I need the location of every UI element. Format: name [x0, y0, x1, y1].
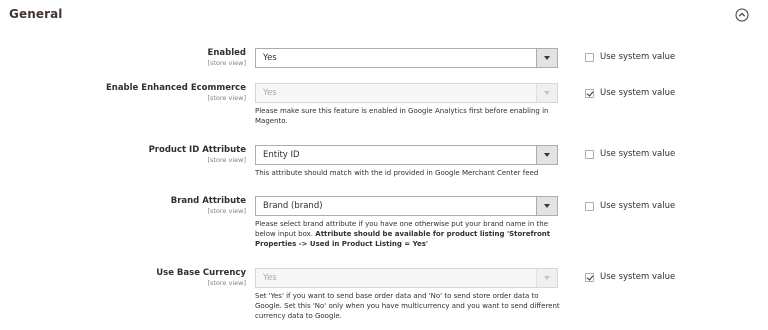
field-label: Enabled — [207, 48, 246, 58]
select-value: Brand (brand) — [263, 201, 323, 211]
checkmark-icon — [586, 89, 594, 97]
field-note: Please make sure this feature is enabled… — [255, 107, 549, 125]
scope-label: [store view] — [207, 156, 246, 164]
field-note: This attribute should match with the id … — [255, 169, 539, 177]
chevron-down-icon — [544, 56, 550, 60]
use-system-value-label: Use system value — [600, 149, 676, 159]
use-system-value-checkbox[interactable] — [585, 89, 594, 98]
use-system-value-label: Use system value — [600, 52, 676, 62]
field-label: Enable Enhanced Ecommerce — [105, 83, 246, 93]
field-label: Product ID Attribute — [148, 145, 246, 155]
chevron-down-icon — [544, 153, 550, 157]
section-title: General — [9, 7, 63, 21]
field-label: Use Base Currency — [156, 268, 246, 278]
select-arrow-button[interactable] — [536, 197, 557, 215]
use-system-value-label: Use system value — [600, 88, 676, 98]
use-system-value-label: Use system value — [600, 272, 676, 282]
select-value: Yes — [263, 88, 277, 98]
use-system-value-checkbox[interactable] — [585, 202, 594, 211]
chevron-down-icon — [544, 204, 550, 208]
scope-label: [store view] — [207, 94, 246, 102]
use-system-value-checkbox[interactable] — [585, 273, 594, 282]
use-base-currency-select[interactable]: Yes — [255, 268, 558, 288]
checkmark-icon — [586, 273, 594, 281]
enhanced-ecommerce-select[interactable]: Yes — [255, 83, 558, 103]
section-header[interactable]: General — [0, 0, 768, 30]
scope-label: [store view] — [207, 207, 246, 215]
product-id-attribute-select[interactable]: Entity ID — [255, 145, 558, 165]
field-label-group: Product ID Attribute [store view] — [149, 145, 246, 165]
field-label-group: Enable Enhanced Ecommerce [store view] — [106, 83, 246, 103]
select-value: Yes — [263, 53, 277, 63]
field-note: Set 'Yes' if you want to send base order… — [255, 292, 560, 320]
select-value: Entity ID — [263, 150, 300, 160]
chevron-down-icon — [544, 276, 550, 280]
select-arrow-button — [536, 269, 557, 287]
field-label-group: Use Base Currency [store view] — [156, 268, 246, 288]
select-arrow-button — [536, 84, 557, 102]
enabled-select[interactable]: Yes — [255, 48, 558, 68]
select-arrow-button[interactable] — [536, 49, 557, 67]
select-value: Yes — [263, 273, 277, 283]
chevron-up-icon[interactable] — [735, 8, 749, 22]
field-label-group: Enabled [store view] — [207, 48, 246, 68]
use-system-value-checkbox[interactable] — [585, 53, 594, 62]
field-note: Please select brand attribute if you hav… — [255, 219, 560, 249]
use-system-value-checkbox[interactable] — [585, 150, 594, 159]
scope-label: [store view] — [207, 279, 246, 287]
field-label-group: Brand Attribute [store view] — [171, 196, 246, 216]
field-label: Brand Attribute — [170, 196, 246, 206]
scope-label: [store view] — [207, 59, 246, 67]
brand-attribute-select[interactable]: Brand (brand) — [255, 196, 558, 216]
chevron-down-icon — [544, 91, 550, 95]
use-system-value-label: Use system value — [600, 201, 676, 211]
select-arrow-button[interactable] — [536, 146, 557, 164]
